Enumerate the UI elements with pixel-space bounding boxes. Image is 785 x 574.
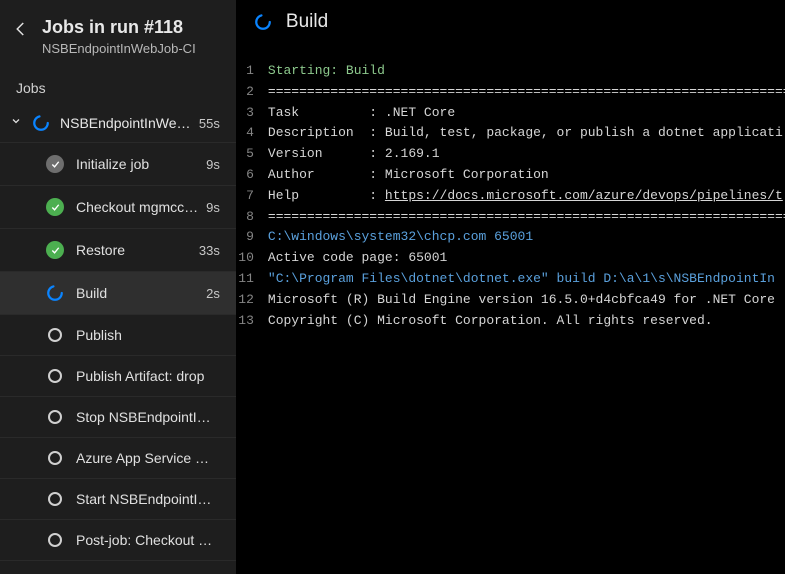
log-output[interactable]: 1Starting: Build2=======================… xyxy=(236,43,785,574)
log-line: 7Help : https://docs.microsoft.com/azure… xyxy=(236,186,785,207)
log-line: 1Starting: Build xyxy=(236,61,785,82)
pending-icon xyxy=(46,410,64,424)
log-line: 6Author : Microsoft Corporation xyxy=(236,165,785,186)
success-icon xyxy=(46,198,64,216)
jobs-section-label: Jobs xyxy=(0,68,236,104)
line-number: 3 xyxy=(236,103,268,124)
step-label: Azure App Service … xyxy=(76,450,220,466)
line-number: 12 xyxy=(236,290,268,311)
log-header: Build xyxy=(236,0,785,43)
step-duration: 9s xyxy=(206,157,220,172)
line-number: 7 xyxy=(236,186,268,207)
log-panel: Build 1Starting: Build2=================… xyxy=(236,0,785,574)
line-number: 6 xyxy=(236,165,268,186)
step-row[interactable]: Publish xyxy=(0,315,236,356)
log-line: 9C:\windows\system32\chcp.com 65001 xyxy=(236,227,785,248)
step-row[interactable]: Build 2s xyxy=(0,272,236,315)
line-content: Active code page: 65001 xyxy=(268,248,785,269)
line-content: ========================================… xyxy=(268,82,785,103)
log-line: 10Active code page: 65001 xyxy=(236,248,785,269)
line-content: Help : https://docs.microsoft.com/azure/… xyxy=(268,186,785,207)
spinner-icon xyxy=(254,13,272,31)
line-number: 5 xyxy=(236,144,268,165)
job-name: NSBEndpointInWe… xyxy=(60,115,199,131)
log-line: 2=======================================… xyxy=(236,82,785,103)
line-number: 10 xyxy=(236,248,268,269)
log-line: 8=======================================… xyxy=(236,207,785,228)
sidebar-header: Jobs in run #118 NSBEndpointInWebJob-CI xyxy=(0,0,236,68)
line-content: Starting: Build xyxy=(268,61,785,82)
spinner-icon xyxy=(46,284,64,302)
step-label: Initialize job xyxy=(76,156,198,172)
step-row[interactable]: Start NSBEndpointI… xyxy=(0,479,236,520)
pending-icon xyxy=(46,328,64,342)
back-arrow-icon[interactable] xyxy=(12,20,30,43)
line-content: C:\windows\system32\chcp.com 65001 xyxy=(268,227,785,248)
success-icon xyxy=(46,241,64,259)
sidebar: Jobs in run #118 NSBEndpointInWebJob-CI … xyxy=(0,0,236,574)
step-row[interactable]: Checkout mgmcc… 9s xyxy=(0,186,236,229)
job-duration: 55s xyxy=(199,116,220,131)
job-row[interactable]: NSBEndpointInWe… 55s xyxy=(0,104,236,143)
log-line: 3Task : .NET Core xyxy=(236,103,785,124)
log-line: 11"C:\Program Files\dotnet\dotnet.exe" b… xyxy=(236,269,785,290)
step-duration: 33s xyxy=(199,243,220,258)
step-label: Publish Artifact: drop xyxy=(76,368,220,384)
chevron-down-icon xyxy=(10,114,22,132)
pending-icon xyxy=(46,533,64,547)
log-line: 13Copyright (C) Microsoft Corporation. A… xyxy=(236,311,785,332)
log-title: Build xyxy=(286,11,785,33)
log-line: 12Microsoft (R) Build Engine version 16.… xyxy=(236,290,785,311)
checkmark-icon xyxy=(46,155,64,173)
pending-icon xyxy=(46,492,64,506)
line-number: 4 xyxy=(236,123,268,144)
step-label: Post-job: Checkout … xyxy=(76,532,220,548)
line-content: Microsoft (R) Build Engine version 16.5.… xyxy=(268,290,785,311)
step-label: Checkout mgmcc… xyxy=(76,199,198,215)
step-row[interactable]: Restore 33s xyxy=(0,229,236,272)
step-label: Publish xyxy=(76,327,220,343)
line-content: Description : Build, test, package, or p… xyxy=(268,123,785,144)
step-row[interactable]: Azure App Service … xyxy=(0,438,236,479)
pending-icon xyxy=(46,369,64,383)
page-title: Jobs in run #118 xyxy=(42,16,196,39)
line-number: 9 xyxy=(236,227,268,248)
step-row[interactable]: Stop NSBEndpointI… xyxy=(0,397,236,438)
line-number: 8 xyxy=(236,207,268,228)
step-duration: 9s xyxy=(206,200,220,215)
step-label: Build xyxy=(76,285,198,301)
log-line: 4Description : Build, test, package, or … xyxy=(236,123,785,144)
line-content: "C:\Program Files\dotnet\dotnet.exe" bui… xyxy=(268,269,785,290)
log-line: 5Version : 2.169.1 xyxy=(236,144,785,165)
line-content: Copyright (C) Microsoft Corporation. All… xyxy=(268,311,785,332)
line-content: Task : .NET Core xyxy=(268,103,785,124)
spinner-icon xyxy=(32,114,50,132)
step-row[interactable]: Post-job: Checkout … xyxy=(0,520,236,561)
line-number: 1 xyxy=(236,61,268,82)
pipeline-name: NSBEndpointInWebJob-CI xyxy=(42,41,196,56)
step-row[interactable]: Publish Artifact: drop xyxy=(0,356,236,397)
step-label: Start NSBEndpointI… xyxy=(76,491,220,507)
line-number: 13 xyxy=(236,311,268,332)
line-content: Version : 2.169.1 xyxy=(268,144,785,165)
steps-list: Initialize job 9s Checkout mgmcc… 9s Restore… xyxy=(0,143,236,561)
line-content: Author : Microsoft Corporation xyxy=(268,165,785,186)
step-row[interactable]: Initialize job 9s xyxy=(0,143,236,186)
line-number: 11 xyxy=(236,269,268,290)
step-duration: 2s xyxy=(206,286,220,301)
line-number: 2 xyxy=(236,82,268,103)
step-label: Restore xyxy=(76,242,191,258)
step-label: Stop NSBEndpointI… xyxy=(76,409,220,425)
pending-icon xyxy=(46,451,64,465)
line-content: ========================================… xyxy=(268,207,785,228)
